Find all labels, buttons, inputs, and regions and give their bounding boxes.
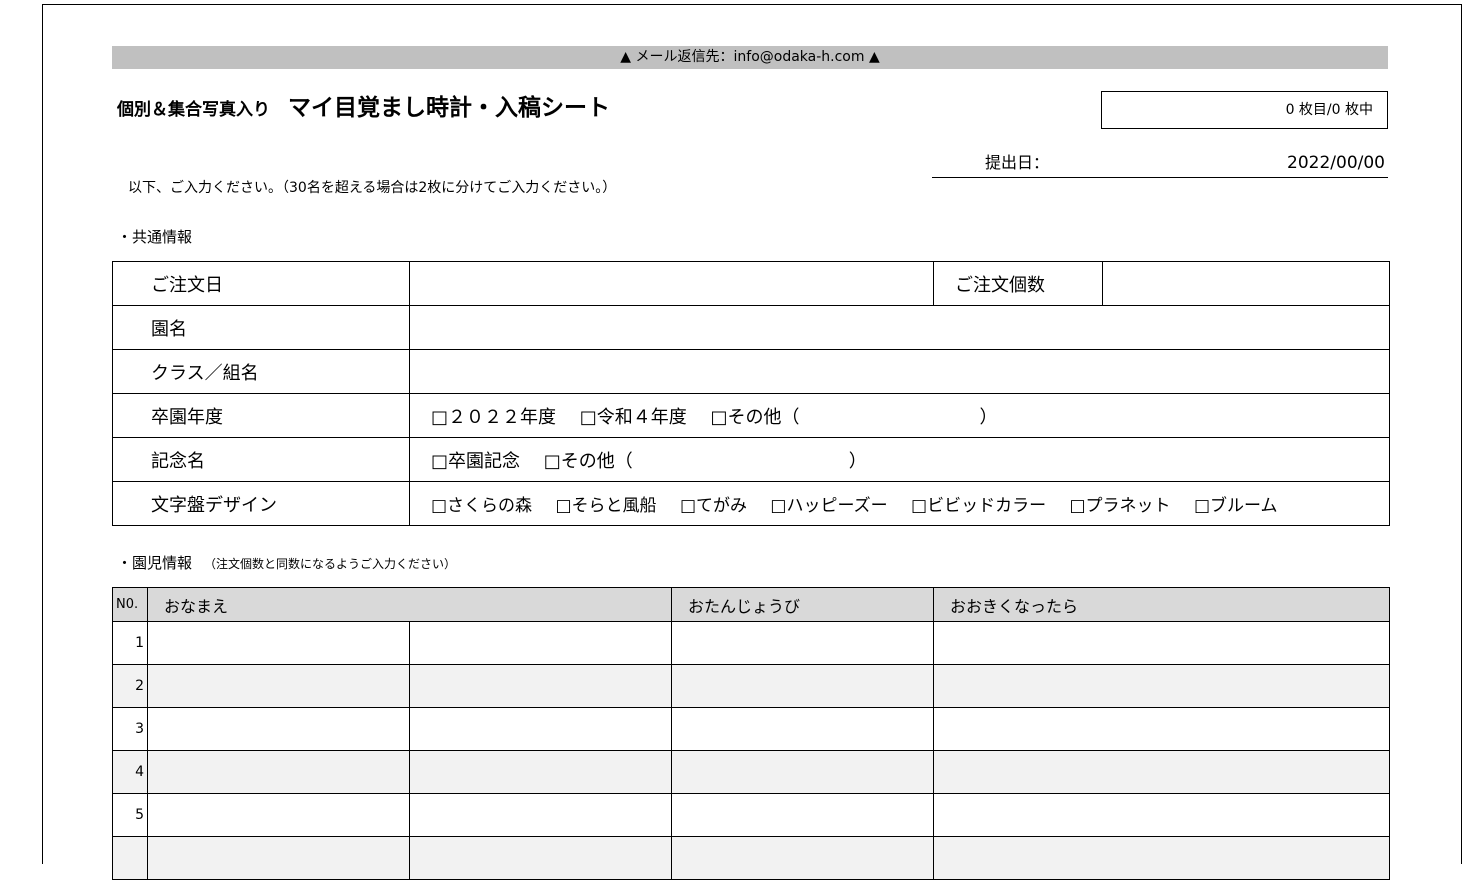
col-header-dream: おおきくなったら bbox=[933, 587, 1391, 622]
dream-cell[interactable] bbox=[933, 836, 1391, 880]
year-row: 卒園年度 □２０２２年度 □令和４年度 □その他（ ） bbox=[112, 393, 1390, 438]
order-qty-field[interactable] bbox=[1102, 261, 1390, 306]
table-row: 2 bbox=[112, 664, 1391, 708]
memorial-option-other[interactable]: □その他（ ） bbox=[544, 451, 867, 472]
class-field[interactable] bbox=[409, 349, 1390, 394]
birthday-cell[interactable] bbox=[671, 707, 935, 751]
instructions: 以下、ご入力ください。（30名を超える場合は2枚に分けてご入力ください。） bbox=[128, 180, 617, 196]
year-label: 卒園年度 bbox=[112, 393, 410, 438]
row-number: 2 bbox=[112, 664, 148, 708]
dream-cell[interactable] bbox=[933, 707, 1391, 751]
dream-cell[interactable] bbox=[933, 750, 1391, 794]
submission-date-underline bbox=[932, 177, 1388, 178]
table-row: 4 bbox=[112, 750, 1391, 794]
dial-option-planet[interactable]: □プラネット bbox=[1070, 496, 1171, 516]
common-info-table: ご注文日 ご注文個数 園名 クラス／組名 卒園年度 □２０２２年度 □令和４年度… bbox=[112, 261, 1390, 526]
submission-date-field[interactable]: 2022/00/00 bbox=[1230, 153, 1385, 173]
name-cell-2[interactable] bbox=[408, 750, 673, 794]
school-row: 園名 bbox=[112, 305, 1390, 350]
name-cell-1[interactable] bbox=[147, 621, 410, 665]
memorial-label: 記念名 bbox=[112, 437, 410, 482]
dial-design-options: □さくらの森 □そらと風船 □てがみ □ハッピーズー □ビビッドカラー □プラネ… bbox=[409, 481, 1390, 526]
children-header-row: N0. おなまえ おたんじょうび おおきくなったら bbox=[112, 587, 1391, 622]
table-row: 1 bbox=[112, 621, 1391, 665]
children-heading-text: ・園児情報 bbox=[117, 554, 193, 572]
dream-cell[interactable] bbox=[933, 621, 1391, 665]
row-number: 4 bbox=[112, 750, 148, 794]
memorial-options: □卒園記念 □その他（ ） bbox=[409, 437, 1390, 482]
table-row bbox=[112, 836, 1391, 880]
year-option-reiwa4[interactable]: □令和４年度 bbox=[580, 407, 687, 428]
year-options: □２０２２年度 □令和４年度 □その他（ ） bbox=[409, 393, 1390, 438]
title-prefix: 個別＆集合写真入り bbox=[117, 100, 270, 120]
birthday-cell[interactable] bbox=[671, 836, 935, 880]
class-label: クラス／組名 bbox=[112, 349, 410, 394]
submission-date-label: 提出日： bbox=[985, 153, 1050, 172]
email-banner: ▲ メール返信先：info@odaka-h.com ▲ bbox=[112, 46, 1388, 69]
dial-option-tegami[interactable]: □てがみ bbox=[680, 496, 747, 516]
name-cell-1[interactable] bbox=[147, 707, 410, 751]
year-option-other[interactable]: □その他（ ） bbox=[711, 407, 998, 428]
name-cell-1[interactable] bbox=[147, 664, 410, 708]
name-cell-2[interactable] bbox=[408, 836, 673, 880]
name-cell-2[interactable] bbox=[408, 707, 673, 751]
children-info-heading: ・園児情報 （注文個数と同数になるようご入力ください） bbox=[117, 554, 456, 573]
dial-option-vivid[interactable]: □ビビッドカラー bbox=[911, 496, 1046, 516]
page-title: マイ目覚まし時計・入稿シート bbox=[288, 95, 610, 121]
birthday-cell[interactable] bbox=[671, 664, 935, 708]
dial-design-label: 文字盤デザイン bbox=[112, 481, 410, 526]
dream-cell[interactable] bbox=[933, 664, 1391, 708]
col-header-name: おなまえ bbox=[146, 587, 673, 622]
dial-option-sakura[interactable]: □さくらの森 bbox=[431, 496, 532, 516]
children-table: N0. おなまえ おたんじょうび おおきくなったら 1 2 3 4 5 bbox=[112, 587, 1391, 880]
row-number: 5 bbox=[112, 793, 148, 837]
children-note: （注文個数と同数になるようご入力ください） bbox=[204, 557, 457, 571]
school-label: 園名 bbox=[112, 305, 410, 350]
birthday-cell[interactable] bbox=[671, 793, 935, 837]
row-number: 3 bbox=[112, 707, 148, 751]
page-counter: 0 枚目/0 枚中 bbox=[1101, 91, 1388, 129]
dial-option-sora[interactable]: □そらと風船 bbox=[555, 496, 656, 516]
birthday-cell[interactable] bbox=[671, 621, 935, 665]
name-cell-2[interactable] bbox=[408, 793, 673, 837]
school-field[interactable] bbox=[409, 305, 1390, 350]
order-qty-label: ご注文個数 bbox=[933, 261, 1103, 306]
name-cell-2[interactable] bbox=[408, 621, 673, 665]
row-number bbox=[112, 836, 148, 880]
common-info-heading: ・共通情報 bbox=[117, 228, 193, 246]
memorial-row: 記念名 □卒園記念 □その他（ ） bbox=[112, 437, 1390, 482]
dial-option-bloom[interactable]: □ブルーム bbox=[1194, 496, 1278, 516]
col-header-birthday: おたんじょうび bbox=[671, 587, 935, 622]
table-row: 5 bbox=[112, 793, 1391, 837]
dream-cell[interactable] bbox=[933, 793, 1391, 837]
memorial-option-graduation[interactable]: □卒園記念 bbox=[431, 451, 520, 472]
name-cell-1[interactable] bbox=[147, 836, 410, 880]
name-cell-1[interactable] bbox=[147, 793, 410, 837]
class-row: クラス／組名 bbox=[112, 349, 1390, 394]
birthday-cell[interactable] bbox=[671, 750, 935, 794]
name-cell-2[interactable] bbox=[408, 664, 673, 708]
col-header-no: N0. bbox=[112, 587, 148, 622]
order-date-field[interactable] bbox=[409, 261, 934, 306]
table-row: 3 bbox=[112, 707, 1391, 751]
name-cell-1[interactable] bbox=[147, 750, 410, 794]
year-option-2022[interactable]: □２０２２年度 bbox=[431, 407, 556, 428]
order-date-label: ご注文日 bbox=[112, 261, 410, 306]
dial-design-row: 文字盤デザイン □さくらの森 □そらと風船 □てがみ □ハッピーズー □ビビッド… bbox=[112, 481, 1390, 526]
row-number: 1 bbox=[112, 621, 148, 665]
dial-option-happyzoo[interactable]: □ハッピーズー bbox=[770, 496, 887, 516]
order-date-row: ご注文日 ご注文個数 bbox=[112, 261, 1390, 306]
